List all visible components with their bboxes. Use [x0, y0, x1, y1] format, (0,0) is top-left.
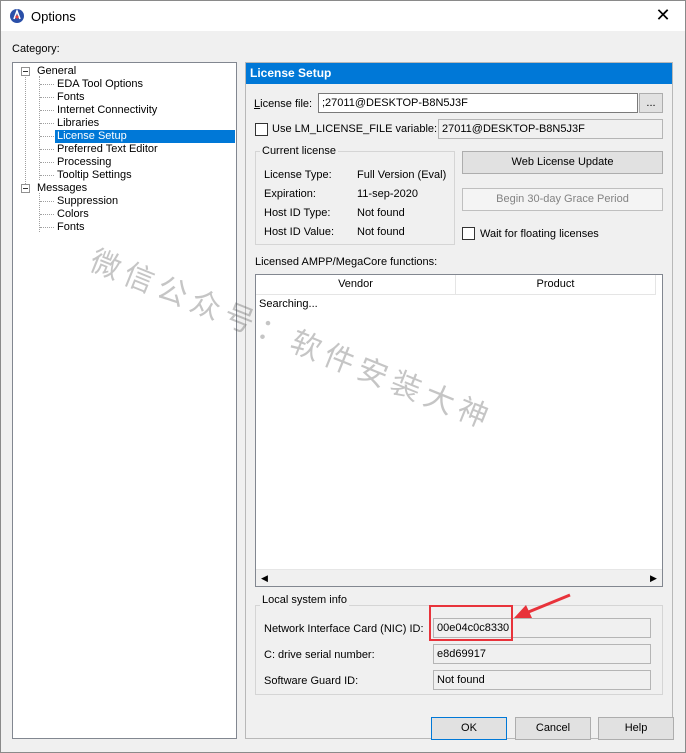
local-system-title: Local system info: [260, 594, 349, 606]
wait-floating-checkbox[interactable]: [462, 227, 475, 240]
options-dialog: Options ✕ Category: General EDA Tool Opt…: [0, 0, 686, 753]
host-id-value-label: Host ID Value:: [264, 226, 335, 238]
tree-item-messages[interactable]: Messages: [35, 182, 89, 195]
tree-item-message-fonts[interactable]: Fonts: [55, 221, 87, 234]
drive-serial-label: C: drive serial number:: [264, 649, 375, 661]
general-expander-icon[interactable]: [21, 67, 30, 76]
use-lm-label[interactable]: Use LM_LICENSE_FILE variable:: [272, 123, 437, 135]
use-lm-checkbox[interactable]: [255, 123, 268, 136]
messages-expander-icon[interactable]: [21, 184, 30, 193]
list-status: Searching...: [259, 298, 318, 310]
category-tree[interactable]: General EDA Tool Options Fonts Internet …: [12, 62, 237, 739]
category-label: Category:: [12, 43, 60, 55]
nic-highlight-box: [429, 605, 513, 641]
host-id-type-value: Not found: [357, 207, 405, 219]
tree-item-processing[interactable]: Processing: [55, 156, 113, 169]
tree-item-general[interactable]: General: [35, 65, 78, 78]
current-license-title: Current license: [260, 145, 338, 157]
cancel-button[interactable]: Cancel: [515, 717, 591, 740]
web-license-update-button[interactable]: Web License Update: [462, 151, 663, 174]
license-setup-panel: License Setup License file: ;27011@DESKT…: [245, 62, 673, 739]
tree-item-fonts[interactable]: Fonts: [55, 91, 87, 104]
close-icon[interactable]: ✕: [641, 1, 685, 31]
tree-item-tooltip-settings[interactable]: Tooltip Settings: [55, 169, 134, 182]
license-file-input[interactable]: ;27011@DESKTOP-B8N5J3F: [318, 93, 638, 113]
scroll-left-icon[interactable]: ◀: [256, 570, 273, 586]
drive-serial-value: e8d69917: [433, 644, 651, 664]
ok-button[interactable]: OK: [431, 717, 507, 740]
guard-id-value: Not found: [433, 670, 651, 690]
tree-item-license-setup[interactable]: License Setup: [55, 130, 235, 143]
column-product[interactable]: Product: [456, 275, 656, 295]
host-id-type-label: Host ID Type:: [264, 207, 331, 219]
browse-button[interactable]: ...: [639, 93, 663, 113]
panel-header: License Setup: [246, 63, 672, 84]
functions-list[interactable]: Vendor Product Searching... ◀ ▶: [255, 274, 663, 587]
tree-item-eda-tool-options[interactable]: EDA Tool Options: [55, 78, 145, 91]
guard-id-label: Software Guard ID:: [264, 675, 359, 687]
grace-period-button: Begin 30-day Grace Period: [462, 188, 663, 211]
functions-label: Licensed AMPP/MegaCore functions:: [255, 256, 438, 268]
help-button[interactable]: Help: [598, 717, 674, 740]
wait-floating-label[interactable]: Wait for floating licenses: [480, 228, 599, 240]
expiration-label: Expiration:: [264, 188, 316, 200]
title-bar: Options ✕: [1, 1, 685, 31]
column-vendor[interactable]: Vendor: [256, 275, 456, 295]
tree-item-internet-connectivity[interactable]: Internet Connectivity: [55, 104, 159, 117]
tree-item-colors[interactable]: Colors: [55, 208, 91, 221]
tree-item-libraries[interactable]: Libraries: [55, 117, 101, 130]
nic-label: Network Interface Card (NIC) ID:: [264, 623, 424, 635]
license-type-label: License Type:: [264, 169, 332, 181]
window-title: Options: [31, 9, 76, 24]
lm-license-value: 27011@DESKTOP-B8N5J3F: [438, 119, 663, 139]
license-type-value: Full Version (Eval): [357, 169, 447, 181]
tree-item-suppression[interactable]: Suppression: [55, 195, 120, 208]
tree-item-preferred-text-editor[interactable]: Preferred Text Editor: [55, 143, 160, 156]
scroll-right-icon[interactable]: ▶: [645, 570, 662, 586]
horizontal-scrollbar[interactable]: ◀ ▶: [256, 569, 662, 586]
expiration-value: 11-sep-2020: [357, 188, 418, 200]
license-file-label: License file:: [254, 98, 313, 110]
app-icon: [10, 8, 24, 23]
host-id-value-value: Not found: [357, 226, 405, 238]
license-file-label-rest: icense file:: [260, 98, 313, 110]
red-arrow-icon: [514, 593, 571, 618]
